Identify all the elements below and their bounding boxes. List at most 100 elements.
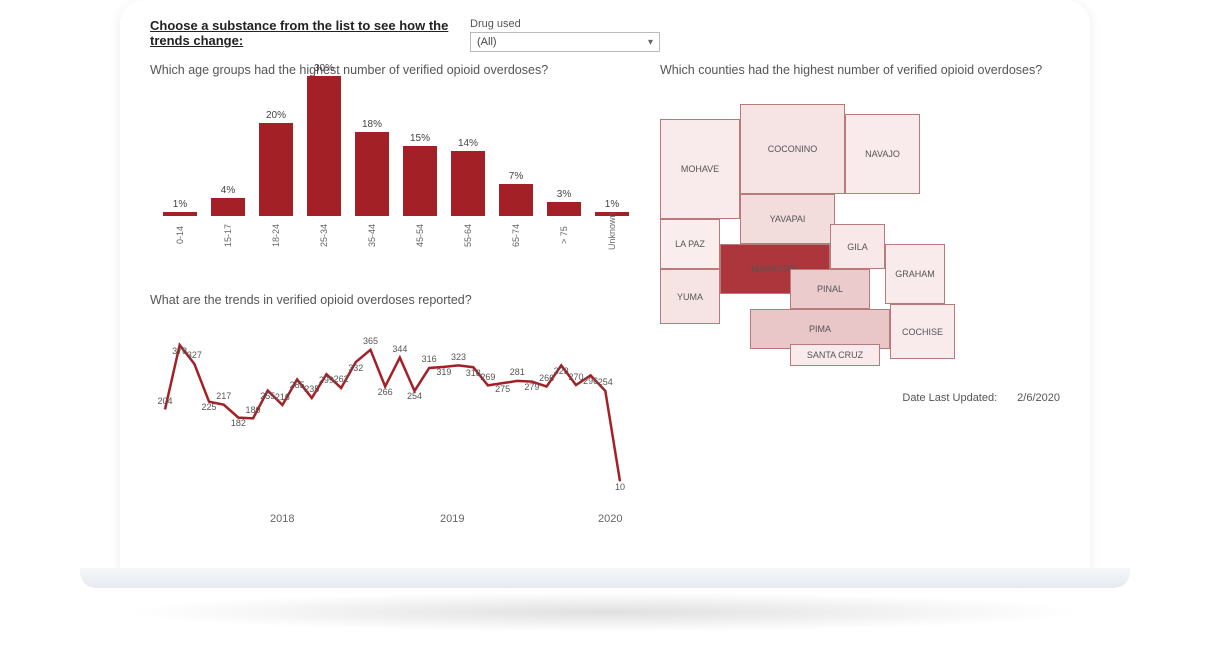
bar-label: 18% [362,119,382,130]
age-chart-title: Which age groups had the highest number … [150,62,570,78]
drug-filter-select[interactable]: (All) [470,32,660,52]
trend-line-chart[interactable]: 2043783272252171821802552162852352992623… [150,315,640,525]
bar-category: 0-14 [175,220,185,250]
bar-15-17[interactable]: 4% 15-17 [208,185,248,251]
bar-category: 18-24 [271,220,281,250]
x-tick-2020: 2020 [598,513,622,525]
bar-65-74[interactable]: 7% 65-74 [496,171,536,251]
bar-label: 15% [410,133,430,144]
bar-category: 65-74 [511,220,521,250]
county-yavapai[interactable]: YAVAPAI [740,194,835,244]
trend-chart-title: What are the trends in verified opioid o… [150,292,570,308]
bar-> 75[interactable]: 3%> 75 [544,189,584,250]
county-la-paz[interactable]: LA PAZ [660,219,720,269]
x-tick-2018: 2018 [270,513,294,525]
bar-category: Unknown [607,220,617,250]
trend-point-label: 235 [304,384,319,394]
bar-35-44[interactable]: 18% 35-44 [352,119,392,250]
trend-point-label: 225 [202,402,217,412]
bar-category: 35-44 [367,220,377,250]
age-chart-block: Which age groups had the highest number … [150,62,640,284]
date-updated-value: 2/6/2020 [1017,392,1060,404]
bar-label: 3% [557,189,571,200]
county-coconino[interactable]: COCONINO [740,104,845,194]
trend-point-label: 216 [275,392,290,402]
bar-category: 25-34 [319,220,329,250]
trend-point-label: 275 [495,384,510,394]
bar-category: 55-64 [463,220,473,250]
trend-point-label: 285 [290,380,305,390]
prompt-text: Choose a substance from the list to see … [150,18,450,48]
trend-point-label: 217 [216,391,231,401]
bar-rect [499,184,533,217]
trend-point-label: 323 [451,352,466,362]
trend-point-label: 254 [407,391,422,401]
bar-rect [211,198,245,217]
bar-45-54[interactable]: 15% 45-54 [400,133,440,250]
drug-filter: Drug used (All) [470,18,660,52]
bar-0-14[interactable]: 1% 0-14 [160,199,200,251]
bar-rect [259,123,293,216]
trend-point-label: 270 [568,372,583,382]
date-updated-label: Date Last Updated: [902,392,997,404]
county-gila[interactable]: GILA [830,224,885,269]
drug-filter-label: Drug used [470,18,660,30]
bar-rect [355,132,389,216]
bar-label: 1% [605,199,619,210]
bar-25-34[interactable]: 30% 25-34 [304,63,344,250]
bar-Unknown[interactable]: 1% Unknown [592,199,632,251]
footer: Date Last Updated: 2/6/2020 [660,392,1060,404]
header-row: Choose a substance from the list to see … [150,18,1060,52]
bar-label: 1% [173,199,187,210]
county-yuma[interactable]: YUMA [660,269,720,324]
county-pinal[interactable]: PINAL [790,269,870,309]
trend-point-label: 10 [615,482,625,492]
trend-point-label: 296 [583,376,598,386]
bar-label: 20% [266,110,286,121]
trend-point-label: 323 [554,366,569,376]
bar-label: 4% [221,185,235,196]
trend-point-label: 269 [480,372,495,382]
dashboard-frame: Choose a substance from the list to see … [120,0,1090,570]
bar-label: 7% [509,171,523,182]
drug-filter-value: (All) [477,36,497,48]
trend-point-label: 279 [524,382,539,392]
trend-line [165,345,620,481]
bar-rect [451,151,485,216]
county-graham[interactable]: GRAHAM [885,244,945,304]
trend-point-label: 255 [260,391,275,401]
county-cochise[interactable]: COCHISE [890,304,955,359]
bar-18-24[interactable]: 20% 18-24 [256,110,296,250]
bar-rect [307,76,341,216]
trend-point-label: 266 [539,373,554,383]
bar-55-64[interactable]: 14%55-64 [448,138,488,250]
laptop-base [80,568,1130,588]
x-tick-2019: 2019 [440,513,464,525]
county-chart-block: Which counties had the highest number of… [660,62,1060,525]
bar-category: 45-54 [415,220,425,250]
trend-point-label: 319 [436,367,451,377]
county-mohave[interactable]: MOHAVE [660,119,740,219]
bar-category: 15-17 [223,220,233,250]
county-santa-cruz[interactable]: SANTA CRUZ [790,344,880,366]
trend-point-label: 365 [363,336,378,346]
trend-chart-block: What are the trends in verified opioid o… [150,292,640,524]
trend-point-label: 266 [378,387,393,397]
laptop-shadow [120,592,1090,632]
trend-point-label: 254 [598,377,613,387]
age-bar-chart[interactable]: 1%0-144%15-1720%18-2430%25-3418%35-4415%… [150,84,630,284]
county-navajo[interactable]: NAVAJO [845,114,920,194]
county-chart-title: Which counties had the highest number of… [660,62,1060,78]
trend-point-label: 327 [187,350,202,360]
trend-point-label: 182 [231,418,246,428]
county-pima[interactable]: PIMA [750,309,890,349]
trend-point-label: 262 [334,374,349,384]
trend-point-label: 344 [392,344,407,354]
county-map[interactable]: MOHAVECOCONINONAVAJOYAVAPAILA PAZMARICOP… [660,84,1020,384]
trend-point-label: 281 [510,367,525,377]
trend-point-label: 378 [172,346,187,356]
trend-point-label: 318 [466,368,481,378]
trend-point-label: 204 [157,396,172,406]
trend-point-label: 299 [319,375,334,385]
bar-label: 30% [314,63,334,74]
